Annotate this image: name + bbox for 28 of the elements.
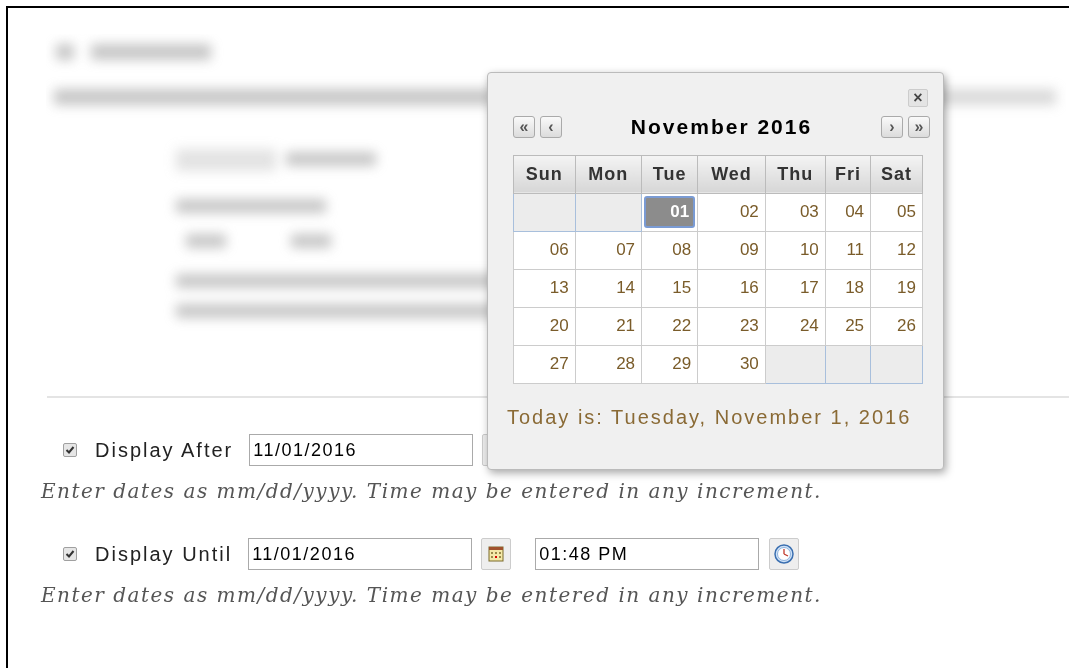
previous-month-button[interactable]: ‹ (540, 115, 562, 138)
checkbox[interactable] (63, 443, 77, 457)
field-label: Display Until (95, 542, 233, 567)
weekday-header: Sun (513, 155, 576, 193)
clock-button[interactable] (769, 538, 800, 570)
field-label: Display After (95, 438, 234, 463)
weekday-header: Thu (765, 155, 826, 193)
weekday-header: Tue (641, 155, 698, 193)
time-field[interactable]: 01:48 PM (535, 538, 760, 570)
hint-text: Enter dates as mm/dd/yyyy. Time may be entered in any increment. (41, 582, 823, 609)
weekday-header: Sat (870, 155, 923, 193)
date-field[interactable]: 11/01/2016 (248, 538, 473, 570)
month-title: November 2016 (629, 114, 814, 140)
close-button[interactable]: × (908, 89, 928, 107)
weekday-header: Fri (825, 155, 871, 193)
checkbox[interactable] (63, 547, 77, 561)
hint-text: Enter dates as mm/dd/yyyy. Time may be entered in any increment. (41, 478, 823, 505)
calendar-icon (488, 546, 505, 562)
today-text: Today is: Tuesday, November 1, 2016 (507, 404, 913, 430)
next-year-button[interactable]: » (908, 115, 930, 138)
previous-year-button[interactable]: « (513, 115, 535, 138)
calendar-button[interactable] (481, 538, 512, 570)
next-month-button[interactable]: › (881, 115, 903, 138)
clock-icon (774, 544, 795, 564)
weekday-header: Mon (575, 155, 642, 193)
date-field[interactable]: 11/01/2016 (249, 434, 474, 466)
day-cell[interactable]: 01 (644, 196, 696, 228)
weekday-header: Wed (697, 155, 766, 193)
